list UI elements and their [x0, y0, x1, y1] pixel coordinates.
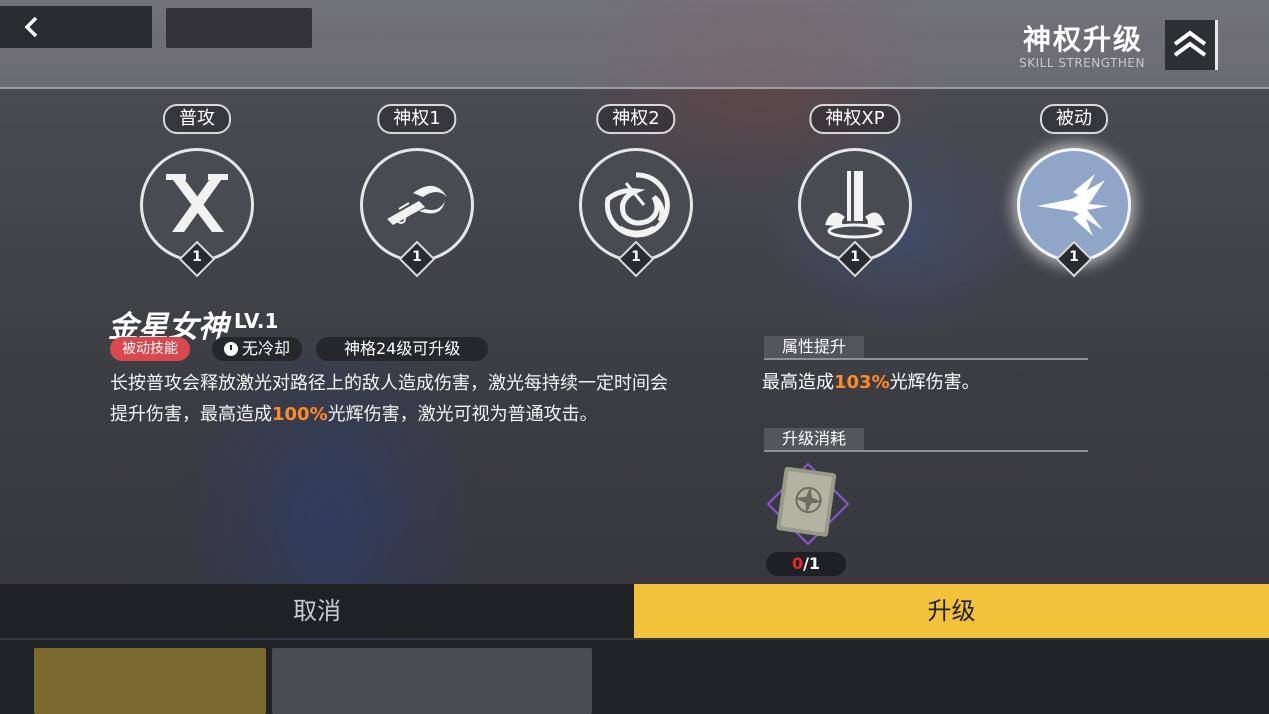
- attribute-text-start: 最高造成: [762, 372, 834, 393]
- laser-burst-icon: [1037, 174, 1109, 236]
- skill-label: 被动: [1040, 104, 1108, 134]
- vortex-slash-icon: [604, 172, 670, 238]
- chevron-left-icon: [24, 16, 38, 38]
- cost-item-count: 0/1: [766, 552, 846, 576]
- attribute-section-header: 属性提升: [764, 336, 1088, 360]
- page-title: 神权升级: [1022, 23, 1143, 56]
- skill-description: 长按普攻会释放激光对路径上的敌人造成伤害，激光每持续一定时间会提升伤害，最高造成…: [110, 368, 670, 430]
- required-count: /1: [803, 554, 821, 573]
- page-subtitle: SKILL STRENGTHEN: [1019, 56, 1145, 70]
- cooldown-tag: 无冷却: [212, 337, 303, 361]
- skill-label: 神权XP: [809, 104, 901, 134]
- background-tab: [272, 648, 592, 714]
- skill-label: 普攻: [163, 104, 231, 134]
- skill-book-icon: [766, 462, 850, 546]
- cooldown-text: 无冷却: [242, 339, 291, 358]
- clock-icon: [224, 342, 238, 356]
- attribute-heading: 属性提升: [764, 336, 865, 358]
- description-text-end: 光辉伤害，激光可视为普通攻击。: [327, 404, 598, 425]
- light-pillar-icon: [825, 171, 885, 239]
- skill-level: 1: [850, 249, 860, 265]
- background-tab-shape: [166, 8, 312, 48]
- cost-item-slot[interactable]: [766, 462, 850, 546]
- skill-level: 1: [412, 249, 422, 265]
- double-chevron-up-icon: [1173, 30, 1207, 57]
- skill-slot-divine-xp[interactable]: 神权XP 1: [780, 104, 930, 278]
- dash-strike-icon: [387, 185, 447, 225]
- cost-section-header: 升级消耗: [764, 428, 1088, 452]
- back-button[interactable]: [0, 6, 152, 48]
- skill-slot-divine-2[interactable]: 神权2 1: [561, 104, 711, 278]
- skill-level-text: LV.1: [234, 309, 279, 333]
- skill-slot-passive[interactable]: 被动 1: [999, 104, 1149, 278]
- skill-level: 1: [192, 249, 202, 265]
- skill-slot-basic[interactable]: 普攻 1: [122, 104, 272, 278]
- cross-blades-icon: [166, 174, 228, 232]
- cancel-button[interactable]: 取消: [0, 584, 634, 638]
- header-divider: [0, 87, 1269, 89]
- skill-label: 神权1: [377, 104, 457, 134]
- requirement-tag: 神格24级可升级: [316, 337, 489, 361]
- upgrade-button[interactable]: 升级: [634, 584, 1269, 638]
- cost-heading: 升级消耗: [764, 428, 865, 450]
- skill-level: 1: [1069, 249, 1079, 265]
- rank-chevron-button[interactable]: [1165, 20, 1218, 70]
- skill-label: 神权2: [596, 104, 676, 134]
- description-highlight: 100%: [272, 404, 328, 425]
- attribute-text-end: 光辉伤害。: [889, 372, 980, 393]
- skill-slot-divine-1[interactable]: 神权1 1: [342, 104, 492, 278]
- skill-type-tag: 被动技能: [110, 337, 190, 361]
- attribute-text: 最高造成103%光辉伤害。: [762, 368, 980, 394]
- attribute-highlight: 103%: [834, 372, 890, 393]
- skill-level: 1: [631, 249, 641, 265]
- background-tab-highlight: [34, 648, 266, 714]
- owned-count: 0: [791, 554, 804, 573]
